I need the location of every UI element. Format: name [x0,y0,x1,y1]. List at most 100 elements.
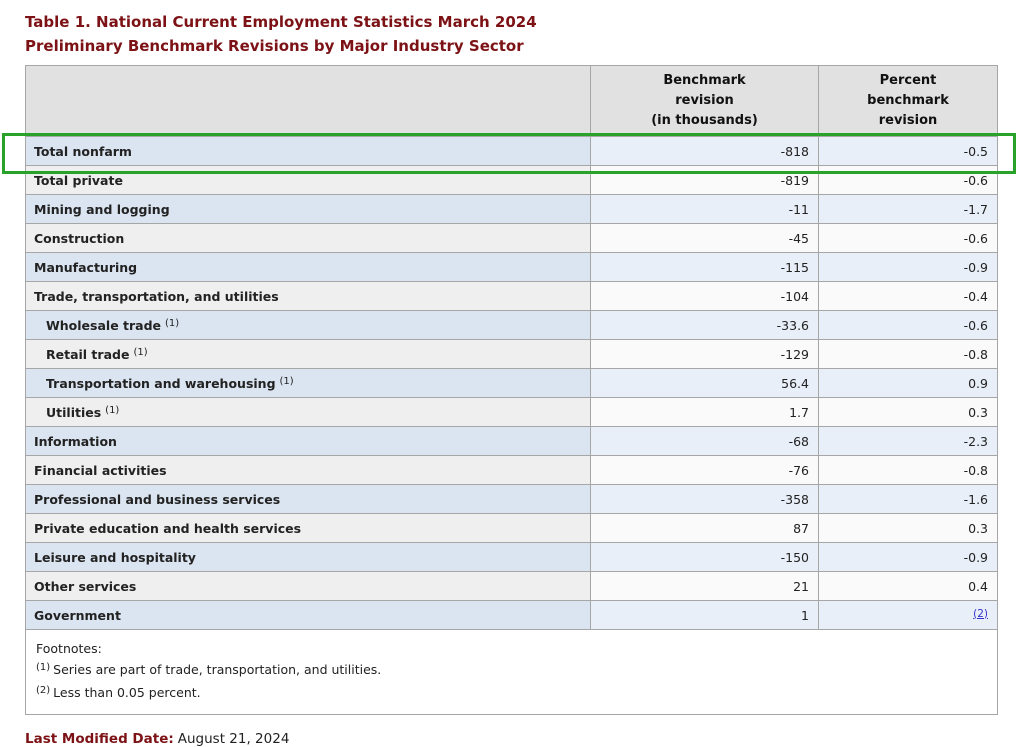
table-row: Total private -819 -0.6 [26,166,998,195]
percent-revision-value: (2) [819,601,998,630]
footnote-1-marker: (1) [36,662,50,673]
table-row: Financial activities -76 -0.8 [26,456,998,485]
percent-revision-value: -2.3 [819,427,998,456]
page-title: Table 1. National Current Employment Sta… [25,10,997,58]
industry-name-cell: Trade, transportation, and utilities [26,282,591,311]
footnote-marker: (1) [133,347,147,358]
benchmark-revision-value: 87 [591,514,819,543]
footnote-2: (2)Less than 0.05 percent. [36,682,987,705]
industry-name-cell: Private education and health services [26,514,591,543]
industry-name: Total private [34,173,123,188]
industry-name: Utilities [46,405,101,420]
page-title-line-2: Preliminary Benchmark Revisions by Major… [25,34,997,58]
industry-name: Construction [34,231,124,246]
industry-name-cell: Wholesale trade (1) [26,311,591,340]
footnotes-row: Footnotes: (1)Series are part of trade, … [26,630,998,715]
industry-name: Other services [34,579,136,594]
industry-name-cell: Utilities (1) [26,398,591,427]
industry-name: Trade, transportation, and utilities [34,289,279,304]
benchmark-revision-value: 56.4 [591,369,819,398]
benchmark-revision-value: -45 [591,224,819,253]
table-row: Transportation and warehousing(1) 56.4 0… [26,369,998,398]
benchmark-revision-value: -104 [591,282,819,311]
percent-revision-value: 0.4 [819,572,998,601]
industry-name: Professional and business services [34,492,280,507]
industry-name-cell: Mining and logging [26,195,591,224]
industry-name: Financial activities [34,463,167,478]
page-title-line-1: Table 1. National Current Employment Sta… [25,10,997,34]
percent-revision-value: -0.9 [819,543,998,572]
table-row: Leisure and hospitality -150 -0.9 [26,543,998,572]
benchmark-revision-value: -76 [591,456,819,485]
percent-revision-value: -0.8 [819,340,998,369]
percent-revision-value: 0.3 [819,514,998,543]
footnote-2-marker: (2) [36,685,50,696]
percent-revision-value: -0.9 [819,253,998,282]
industry-name-cell: Construction [26,224,591,253]
benchmark-revision-value: -150 [591,543,819,572]
industry-name: Information [34,434,117,449]
table-row: Retail trade (1) -129 -0.8 [26,340,998,369]
last-modified: Last Modified Date:August 21, 2024 [25,731,997,747]
benchmark-revision-value: -11 [591,195,819,224]
percent-revision-value: 0.3 [819,398,998,427]
table-row: Information -68 -2.3 [26,427,998,456]
benchmark-revision-value: -115 [591,253,819,282]
industry-name-cell: Information [26,427,591,456]
table-row: Total nonfarm -818 -0.5 [26,137,998,166]
table-row: Trade, transportation, and utilities -10… [26,282,998,311]
benchmark-revision-value: 1.7 [591,398,819,427]
industry-name-cell: Financial activities [26,456,591,485]
industry-name-cell: Professional and business services [26,485,591,514]
percent-revision-value: -0.6 [819,166,998,195]
header-row: Benchmark revision (in thousands) Percen… [26,66,998,137]
footnote-2-text: Less than 0.05 percent. [53,685,200,700]
benchmark-revision-value: -68 [591,427,819,456]
benchmark-revision-value: -818 [591,137,819,166]
industry-name: Total nonfarm [34,144,132,159]
benchmark-revision-value: -129 [591,340,819,369]
percent-revision-value: -0.6 [819,311,998,340]
table-row: Wholesale trade (1) -33.6 -0.6 [26,311,998,340]
percent-revision-value: 0.9 [819,369,998,398]
industry-name: Transportation and warehousing [46,376,276,391]
percent-revision-value: -0.4 [819,282,998,311]
percent-revision-value: -1.7 [819,195,998,224]
table-row: Manufacturing -115 -0.9 [26,253,998,282]
benchmark-revisions-table: Benchmark revision (in thousands) Percen… [25,65,998,715]
industry-name-cell: Retail trade (1) [26,340,591,369]
footnotes-section: Footnotes: (1)Series are part of trade, … [26,630,998,715]
industry-name: Leisure and hospitality [34,550,196,565]
industry-column-header [26,66,591,137]
percent-revision-value: -0.6 [819,224,998,253]
table-row: Utilities (1) 1.7 0.3 [26,398,998,427]
percent-revision-value: -0.5 [819,137,998,166]
footnote-marker: (1) [105,405,119,416]
industry-name-cell: Other services [26,572,591,601]
page: Table 1. National Current Employment Sta… [0,0,1021,747]
industry-name-cell: Leisure and hospitality [26,543,591,572]
table-row: Construction -45 -0.6 [26,224,998,253]
table-row: Professional and business services -358 … [26,485,998,514]
table-container: Benchmark revision (in thousands) Percen… [25,65,997,715]
industry-name: Retail trade [46,347,129,362]
industry-name-cell: Manufacturing [26,253,591,282]
footnote-2-link[interactable]: (2) [973,608,988,620]
industry-name: Mining and logging [34,202,170,217]
benchmark-revision-value: -358 [591,485,819,514]
industry-name: Wholesale trade [46,318,161,333]
industry-name-cell: Government [26,601,591,630]
benchmark-revision-value: 21 [591,572,819,601]
percent-revision-value: -0.8 [819,456,998,485]
benchmark-revision-value: -33.6 [591,311,819,340]
percent-revision-value: -1.6 [819,485,998,514]
footnote-marker: (1) [165,318,179,329]
benchmark-revision-column-header: Benchmark revision (in thousands) [591,66,819,137]
table-row: Government 1 (2) [26,601,998,630]
industry-name: Manufacturing [34,260,137,275]
percent-revision-column-header: Percent benchmark revision [819,66,998,137]
table-row: Private education and health services 87… [26,514,998,543]
last-modified-label: Last Modified Date: [25,731,174,747]
benchmark-revision-value: 1 [591,601,819,630]
table-row: Other services 21 0.4 [26,572,998,601]
